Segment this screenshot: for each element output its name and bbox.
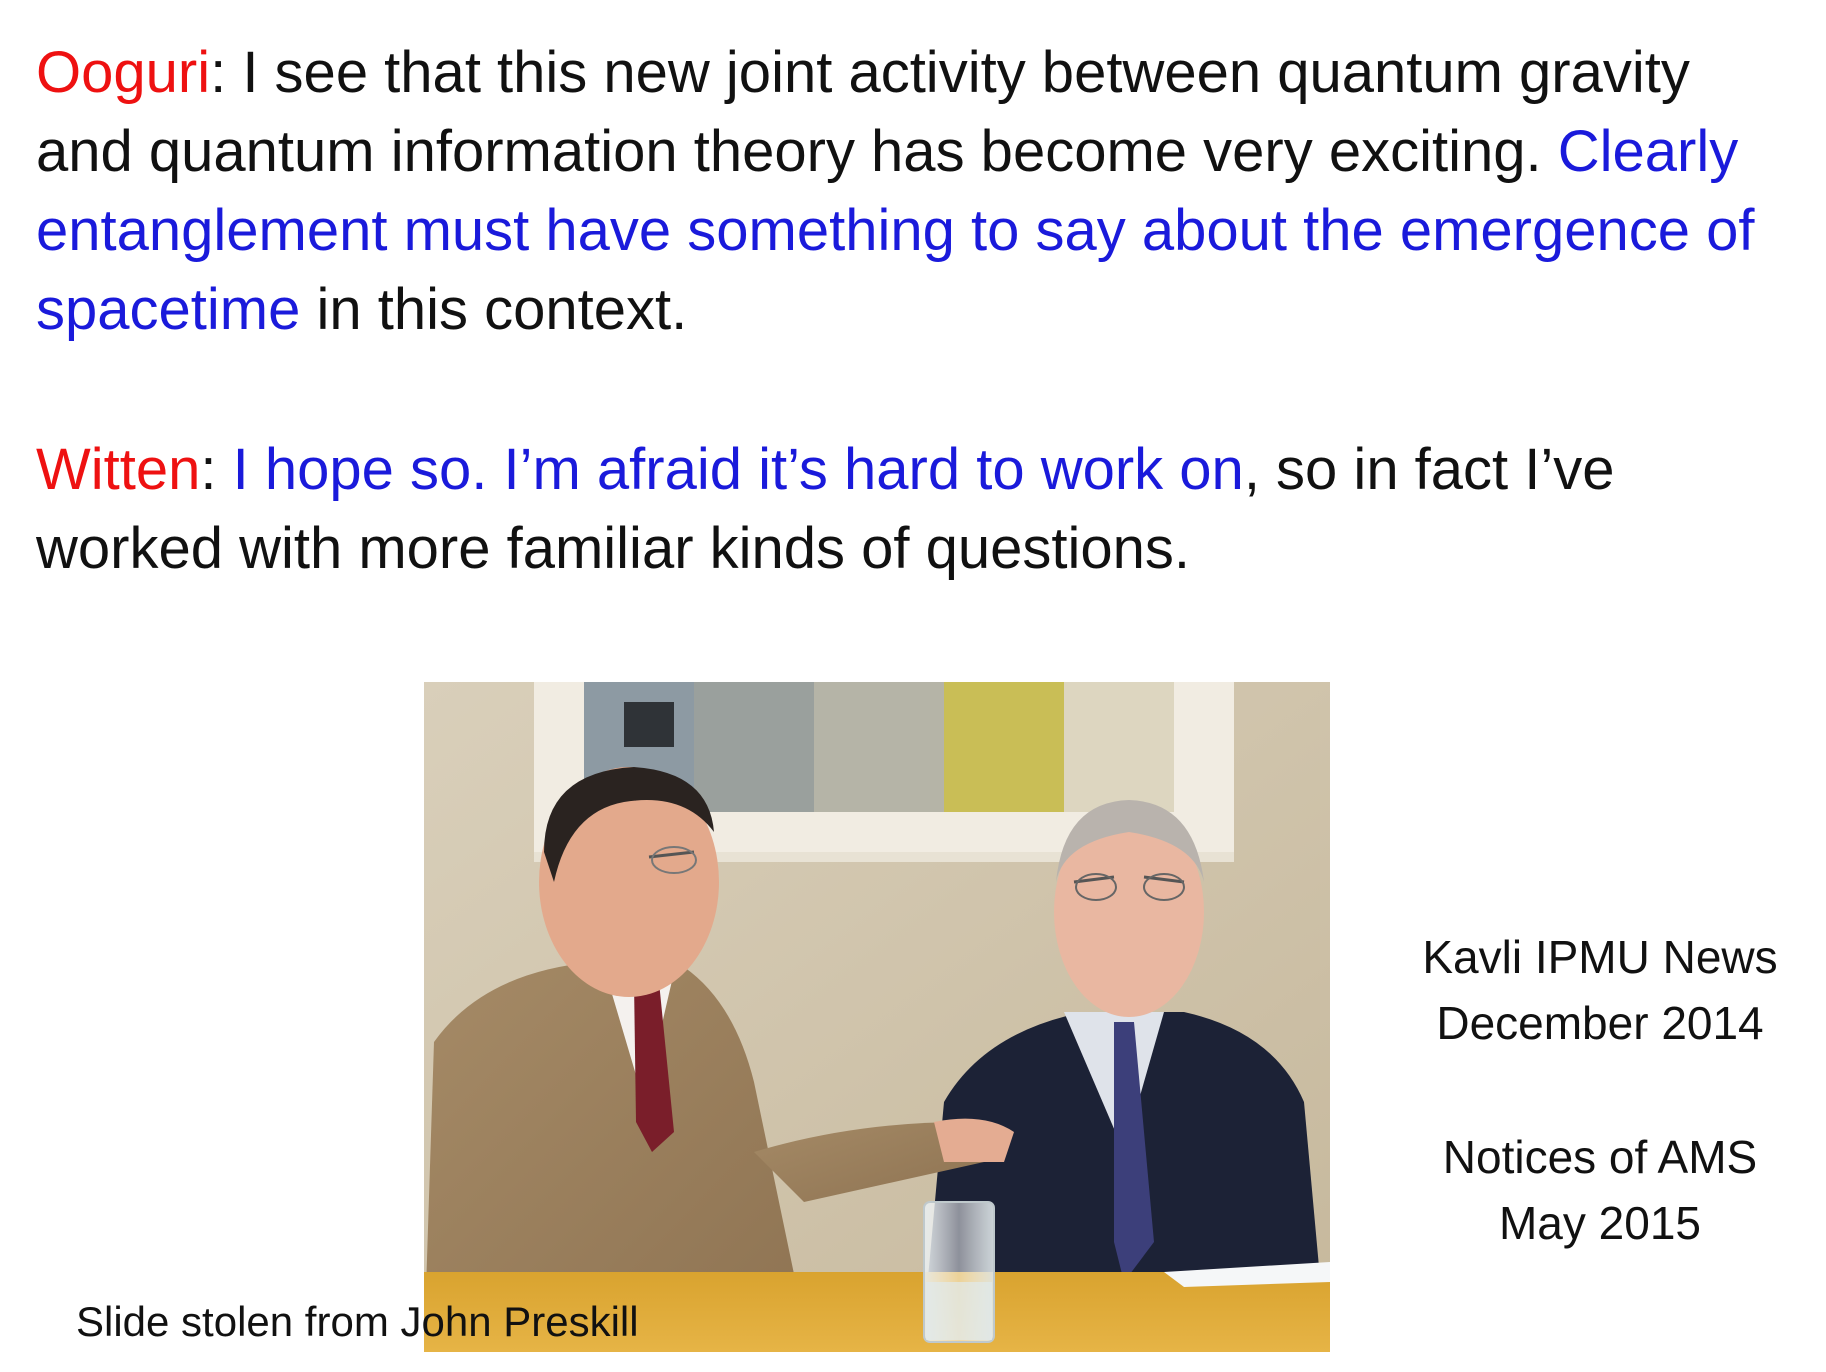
source-title: Notices of AMS bbox=[1442, 1131, 1758, 1183]
speaker-separator: : bbox=[200, 437, 233, 502]
quote-highlight: I hope so. I’m afraid it’s hard to work … bbox=[232, 437, 1244, 502]
source-date: December 2014 bbox=[1436, 997, 1764, 1049]
slide-credit: Slide stolen from John Preskill bbox=[76, 1298, 639, 1345]
source-ams: Notices of AMS May 2015 bbox=[1380, 1124, 1820, 1256]
witten-quote: Witten: I hope so. I’m afraid it’s hard … bbox=[36, 430, 1756, 588]
source-title: Kavli IPMU News bbox=[1422, 931, 1778, 983]
source-kavli: Kavli IPMU News December 2014 bbox=[1380, 924, 1820, 1056]
speaker-name: Witten bbox=[36, 437, 201, 502]
quote-text-end: in this context. bbox=[300, 277, 688, 342]
interview-photo bbox=[424, 682, 1330, 1352]
source-date: May 2015 bbox=[1498, 1197, 1701, 1249]
speaker-name: Ooguri bbox=[36, 40, 211, 105]
quote-text: I see that this new joint activity betwe… bbox=[36, 40, 1690, 184]
speaker-separator: : bbox=[210, 40, 243, 105]
ooguri-quote: Ooguri: I see that this new joint activi… bbox=[36, 33, 1756, 349]
